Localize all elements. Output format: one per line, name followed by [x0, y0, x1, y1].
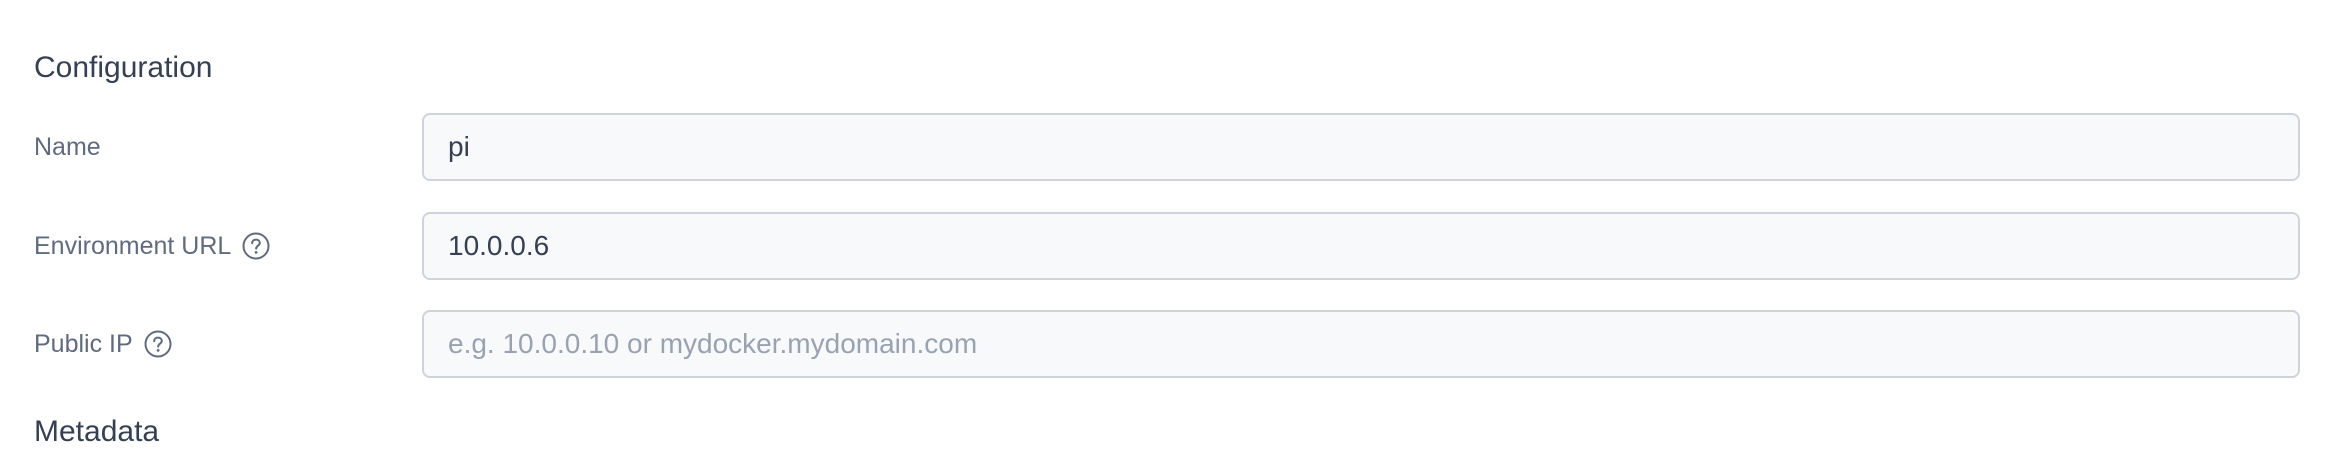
public-ip-label: Public IP [34, 310, 173, 378]
name-label-text: Name [34, 132, 101, 161]
configuration-section-title: Configuration [34, 51, 213, 84]
name-form-row: Name [0, 113, 2326, 181]
public-ip-label-text: Public IP [34, 329, 133, 358]
question-circle-icon[interactable] [143, 329, 173, 359]
environment-url-input[interactable] [422, 212, 2300, 280]
public-ip-form-row: Public IP [0, 310, 2326, 378]
environment-url-form-row: Environment URL [0, 212, 2326, 280]
environment-url-label: Environment URL [34, 212, 271, 280]
question-circle-icon[interactable] [241, 231, 271, 261]
public-ip-input[interactable] [422, 310, 2300, 378]
name-label: Name [34, 113, 101, 181]
name-input[interactable] [422, 113, 2300, 181]
metadata-section-title: Metadata [34, 415, 160, 448]
environment-url-label-text: Environment URL [34, 231, 232, 260]
